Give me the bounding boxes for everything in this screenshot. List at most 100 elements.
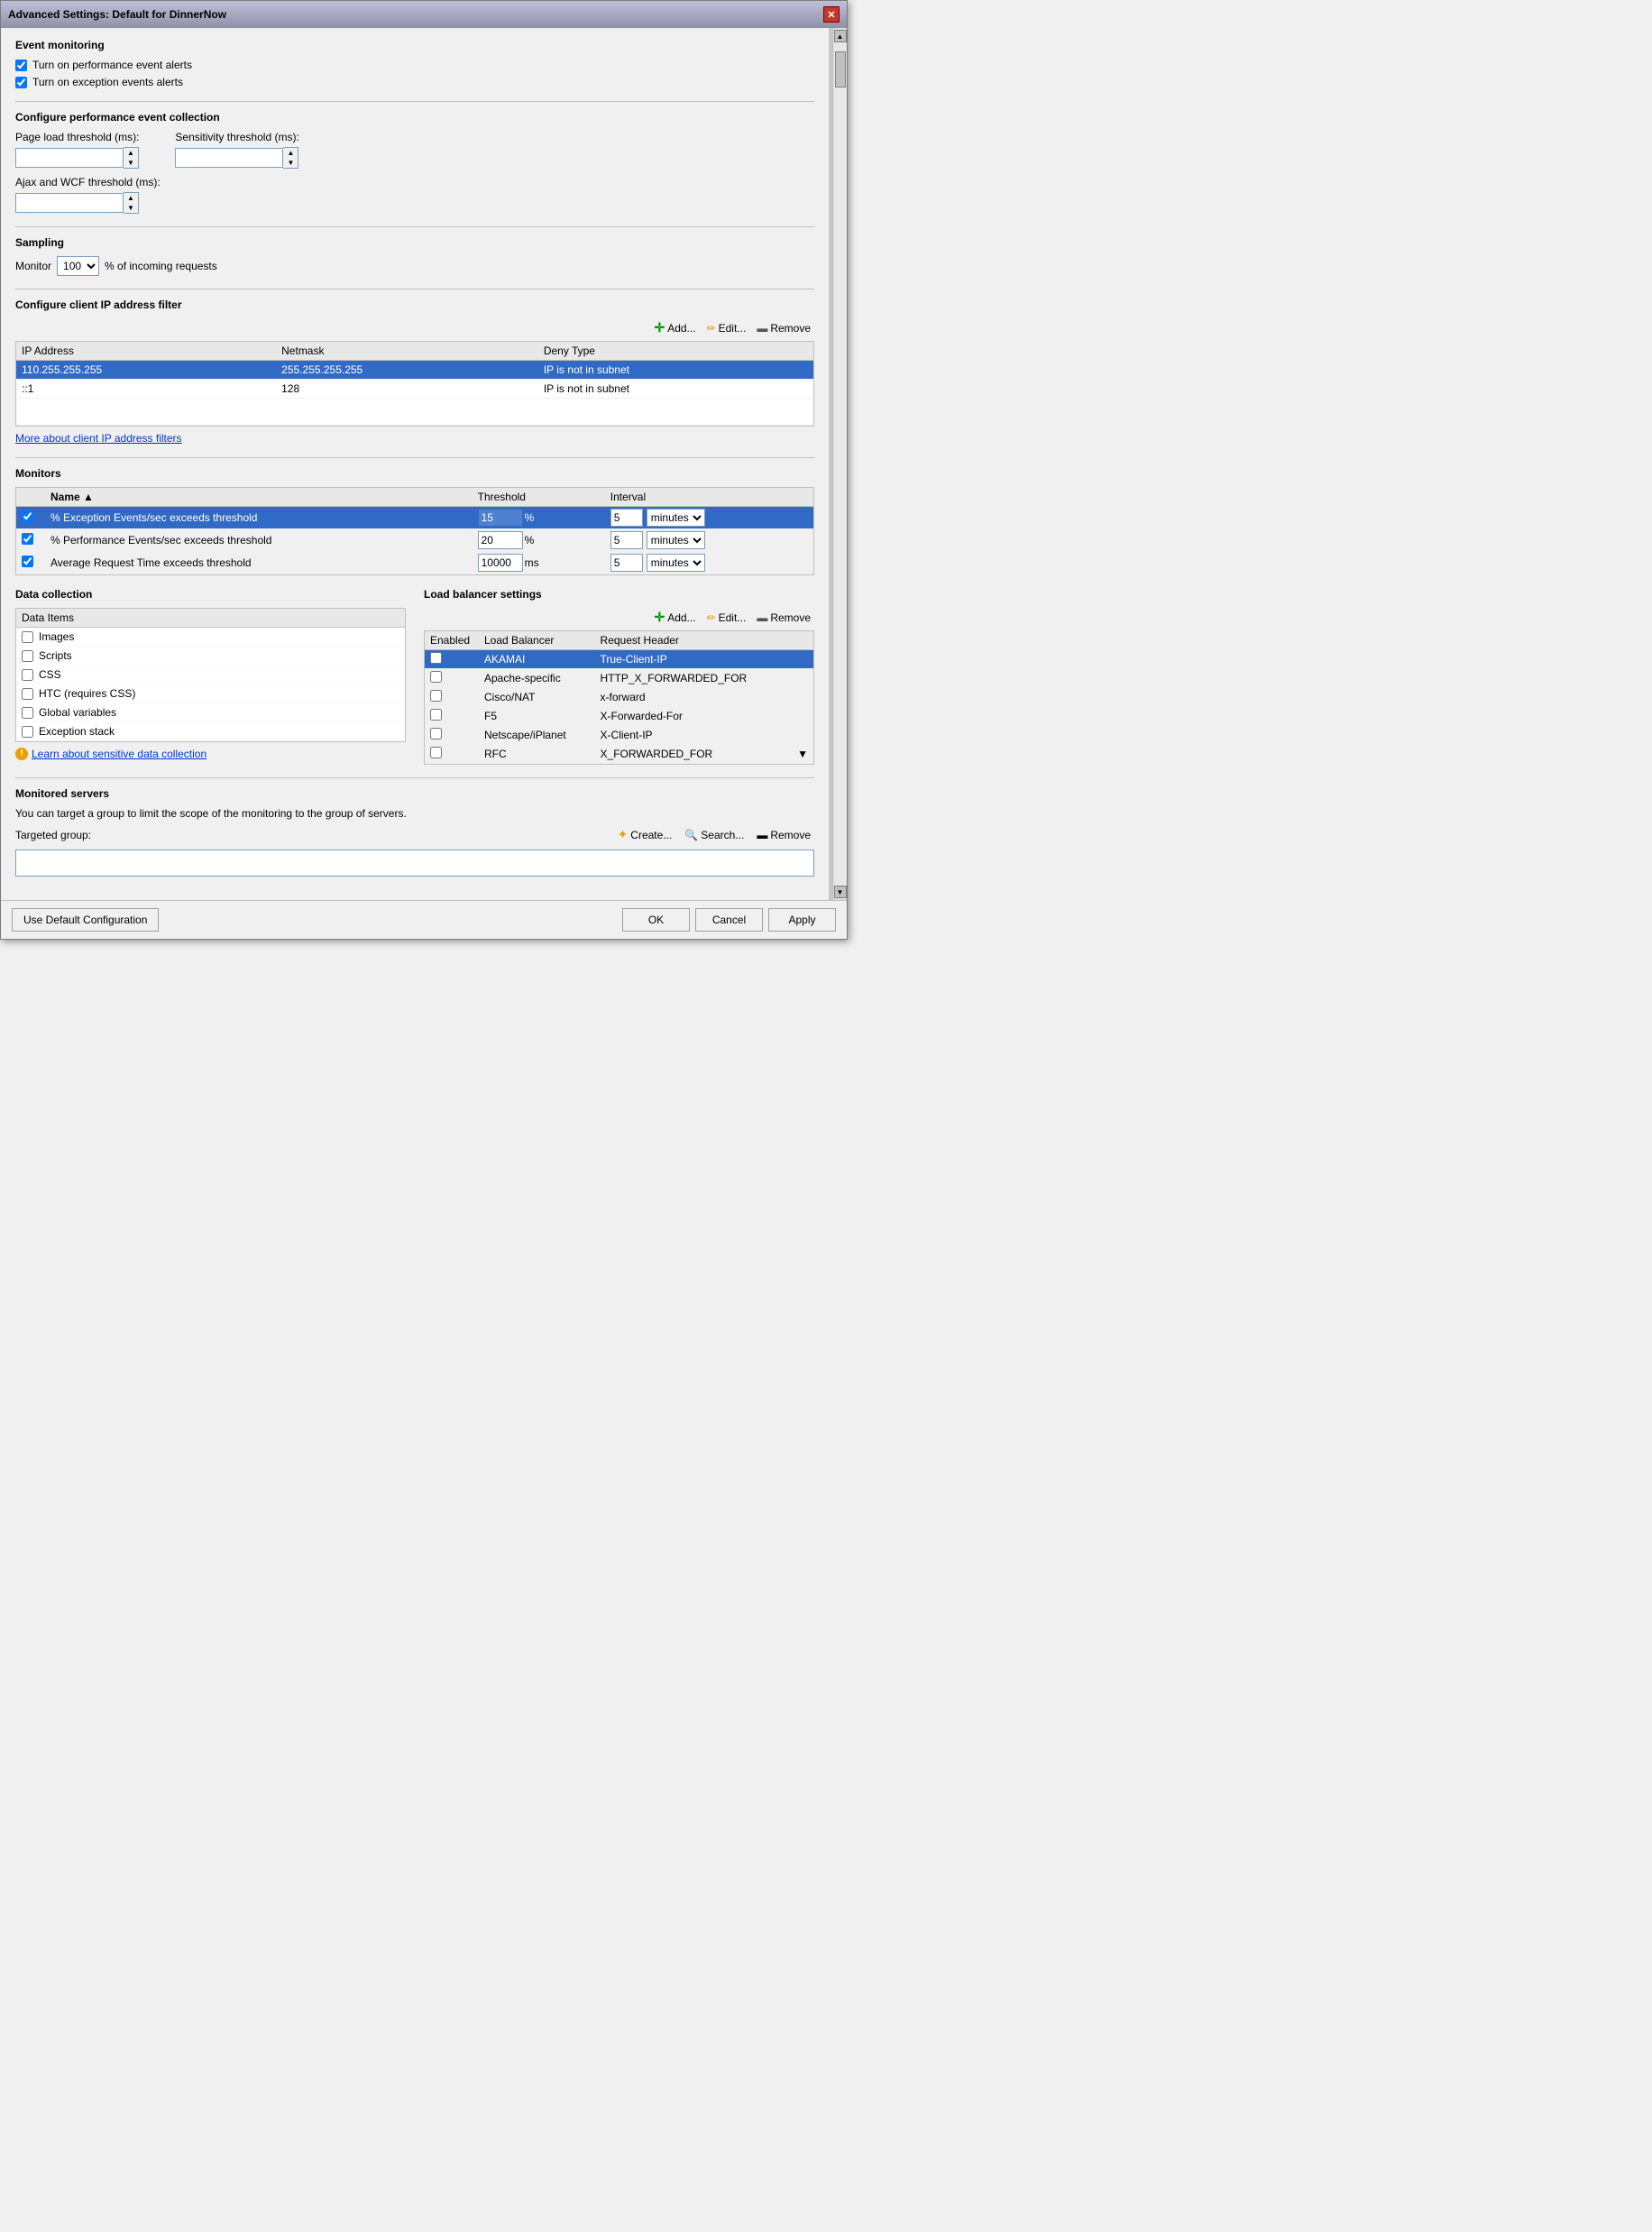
scrollbar-down[interactable]: ▼ xyxy=(834,886,847,898)
servers-remove-button[interactable]: ▬ Remove xyxy=(753,827,814,843)
exception-alerts-checkbox[interactable] xyxy=(15,77,27,88)
ok-button[interactable]: OK xyxy=(622,908,690,932)
ip-add-button[interactable]: ✛ Add... xyxy=(650,318,699,337)
mon-row2-interval-select[interactable]: minuteshoursdays xyxy=(647,531,705,549)
scrollbar-up[interactable]: ▲ xyxy=(834,30,847,42)
servers-remove-icon: ▬ xyxy=(757,829,767,841)
data-collection-title: Data collection xyxy=(15,588,406,601)
ip-row2-deny: IP is not in subnet xyxy=(538,380,813,399)
title-bar: Advanced Settings: Default for DinnerNow… xyxy=(1,1,847,28)
mon-row3-threshold-input[interactable] xyxy=(478,554,523,572)
apply-button[interactable]: Apply xyxy=(768,908,836,932)
cancel-button[interactable]: Cancel xyxy=(695,908,763,932)
lb-add-button[interactable]: ✛ Add... xyxy=(650,608,699,627)
page-load-input[interactable]: 15000 xyxy=(15,148,124,168)
ajax-down[interactable]: ▼ xyxy=(124,203,138,213)
table-row[interactable]: ::1 128 IP is not in subnet xyxy=(16,380,813,399)
table-row[interactable]: Netscape/iPlanet X-Client-IP xyxy=(425,726,813,745)
sampling-row: Monitor 100 50 25 10 % of incoming reque… xyxy=(15,256,814,276)
page-load-up[interactable]: ▲ xyxy=(124,148,138,158)
scrollbar-thumb[interactable] xyxy=(835,51,846,87)
mon-col-interval[interactable]: Interval xyxy=(605,488,799,507)
perf-alerts-checkbox[interactable] xyxy=(15,60,27,71)
data-collection-col: Data collection Data Items Images Script… xyxy=(15,588,406,765)
mon-row2-interval-input[interactable] xyxy=(610,531,643,549)
sort-arrow-icon: ▲ xyxy=(83,491,94,503)
global-vars-checkbox[interactable] xyxy=(22,707,33,719)
mon-row2-checkbox[interactable] xyxy=(22,533,33,545)
monitors-table: Name ▲ Threshold Interval xyxy=(16,488,813,574)
sensitivity-input[interactable]: 3000 xyxy=(175,148,283,168)
lb-row3-scroll xyxy=(792,688,813,707)
scrollbar-track[interactable] xyxy=(834,42,847,886)
ajax-input[interactable]: 5000 xyxy=(15,193,124,213)
table-row[interactable]: % Performance Events/sec exceeds thresho… xyxy=(16,529,813,552)
lb-row6-cb[interactable] xyxy=(430,747,442,758)
page-load-down[interactable]: ▼ xyxy=(124,158,138,168)
sensitivity-up[interactable]: ▲ xyxy=(283,148,298,158)
lb-row3-cb[interactable] xyxy=(430,690,442,702)
images-checkbox[interactable] xyxy=(22,631,33,643)
ip-edit-button[interactable]: ✏ Edit... xyxy=(703,320,750,336)
mon-col-name[interactable]: Name ▲ xyxy=(45,488,473,507)
mon-col-check xyxy=(16,488,45,507)
lb-col-lb: Load Balancer xyxy=(479,631,595,650)
mon-row1-threshold: % xyxy=(473,507,605,529)
lb-row4-cb[interactable] xyxy=(430,709,442,721)
sensitivity-label: Sensitivity threshold (ms): xyxy=(175,131,298,143)
mon-row3-interval-select[interactable]: minuteshoursdays xyxy=(647,554,705,572)
mon-row1-interval-input[interactable] xyxy=(610,509,643,527)
mon-row2-threshold-input[interactable] xyxy=(478,531,523,549)
table-row[interactable]: 110.255.255.255 255.255.255.255 IP is no… xyxy=(16,361,813,380)
lb-remove-label: Remove xyxy=(770,611,811,624)
lb-row5-cb[interactable] xyxy=(430,728,442,739)
lb-row4-header: X-Forwarded-For xyxy=(595,707,793,726)
mon-row3-interval-input[interactable] xyxy=(610,554,643,572)
ip-more-link[interactable]: More about client IP address filters xyxy=(15,432,182,445)
mon-row1-checkbox[interactable] xyxy=(22,510,33,522)
monitors-table-wrapper: Name ▲ Threshold Interval xyxy=(15,487,814,575)
table-row[interactable]: AKAMAI True-Client-IP xyxy=(425,650,813,669)
monitors-section: Monitors Name ▲ Threshold Interv xyxy=(15,467,814,575)
scripts-checkbox[interactable] xyxy=(22,650,33,662)
table-row[interactable]: Cisco/NAT x-forward xyxy=(425,688,813,707)
table-row[interactable]: F5 X-Forwarded-For xyxy=(425,707,813,726)
scrollbar[interactable]: ▲ ▼ xyxy=(832,28,847,900)
lb-row2-cb[interactable] xyxy=(430,671,442,683)
exception-alerts-label: Turn on exception events alerts xyxy=(32,76,183,88)
learn-link[interactable]: Learn about sensitive data collection xyxy=(32,748,206,760)
lb-row1-enabled xyxy=(425,650,479,669)
table-row[interactable]: % Exception Events/sec exceeds threshold… xyxy=(16,507,813,529)
mon-row1-threshold-input[interactable] xyxy=(478,509,523,527)
css-checkbox[interactable] xyxy=(22,669,33,681)
table-row[interactable]: RFC X_FORWARDED_FOR ▼ xyxy=(425,745,813,764)
htc-checkbox[interactable] xyxy=(22,688,33,700)
mon-col-threshold[interactable]: Threshold xyxy=(473,488,605,507)
two-col-section: Data collection Data Items Images Script… xyxy=(15,588,814,765)
sensitivity-spin: 3000 ▲ ▼ xyxy=(175,147,298,169)
ip-remove-button[interactable]: ▬ Remove xyxy=(753,320,814,336)
exception-stack-checkbox[interactable] xyxy=(22,726,33,738)
mon-row1-interval-cell: minuteshoursdays xyxy=(610,509,794,527)
targeted-group-input[interactable] xyxy=(15,850,814,877)
mon-row2-interval-cell: minuteshoursdays xyxy=(610,531,794,549)
table-row[interactable]: Average Request Time exceeds threshold m… xyxy=(16,552,813,574)
mon-row3-checkbox[interactable] xyxy=(22,556,33,567)
close-button[interactable]: ✕ xyxy=(823,6,840,23)
create-button[interactable]: ✦ Create... xyxy=(614,825,676,844)
search-button[interactable]: 🔍 Search... xyxy=(681,827,748,843)
perf-collection-title: Configure performance event collection xyxy=(15,111,814,124)
mon-row1-scroll xyxy=(799,507,813,529)
table-row[interactable]: Apache-specific HTTP_X_FORWARDED_FOR xyxy=(425,669,813,688)
lb-edit-button[interactable]: ✏ Edit... xyxy=(703,610,750,626)
ajax-up[interactable]: ▲ xyxy=(124,193,138,203)
use-default-button[interactable]: Use Default Configuration xyxy=(12,908,159,932)
lb-remove-button[interactable]: ▬ Remove xyxy=(753,610,814,626)
lb-remove-icon: ▬ xyxy=(757,611,767,624)
load-balancer-col: Load balancer settings ✛ Add... ✏ Edit..… xyxy=(424,588,814,765)
page-load-spinbuttons: ▲ ▼ xyxy=(124,147,139,169)
sampling-select[interactable]: 100 50 25 10 xyxy=(57,256,99,276)
sensitivity-down[interactable]: ▼ xyxy=(283,158,298,168)
lb-row1-cb[interactable] xyxy=(430,652,442,664)
mon-row1-interval-select[interactable]: minuteshoursdays xyxy=(647,509,705,527)
